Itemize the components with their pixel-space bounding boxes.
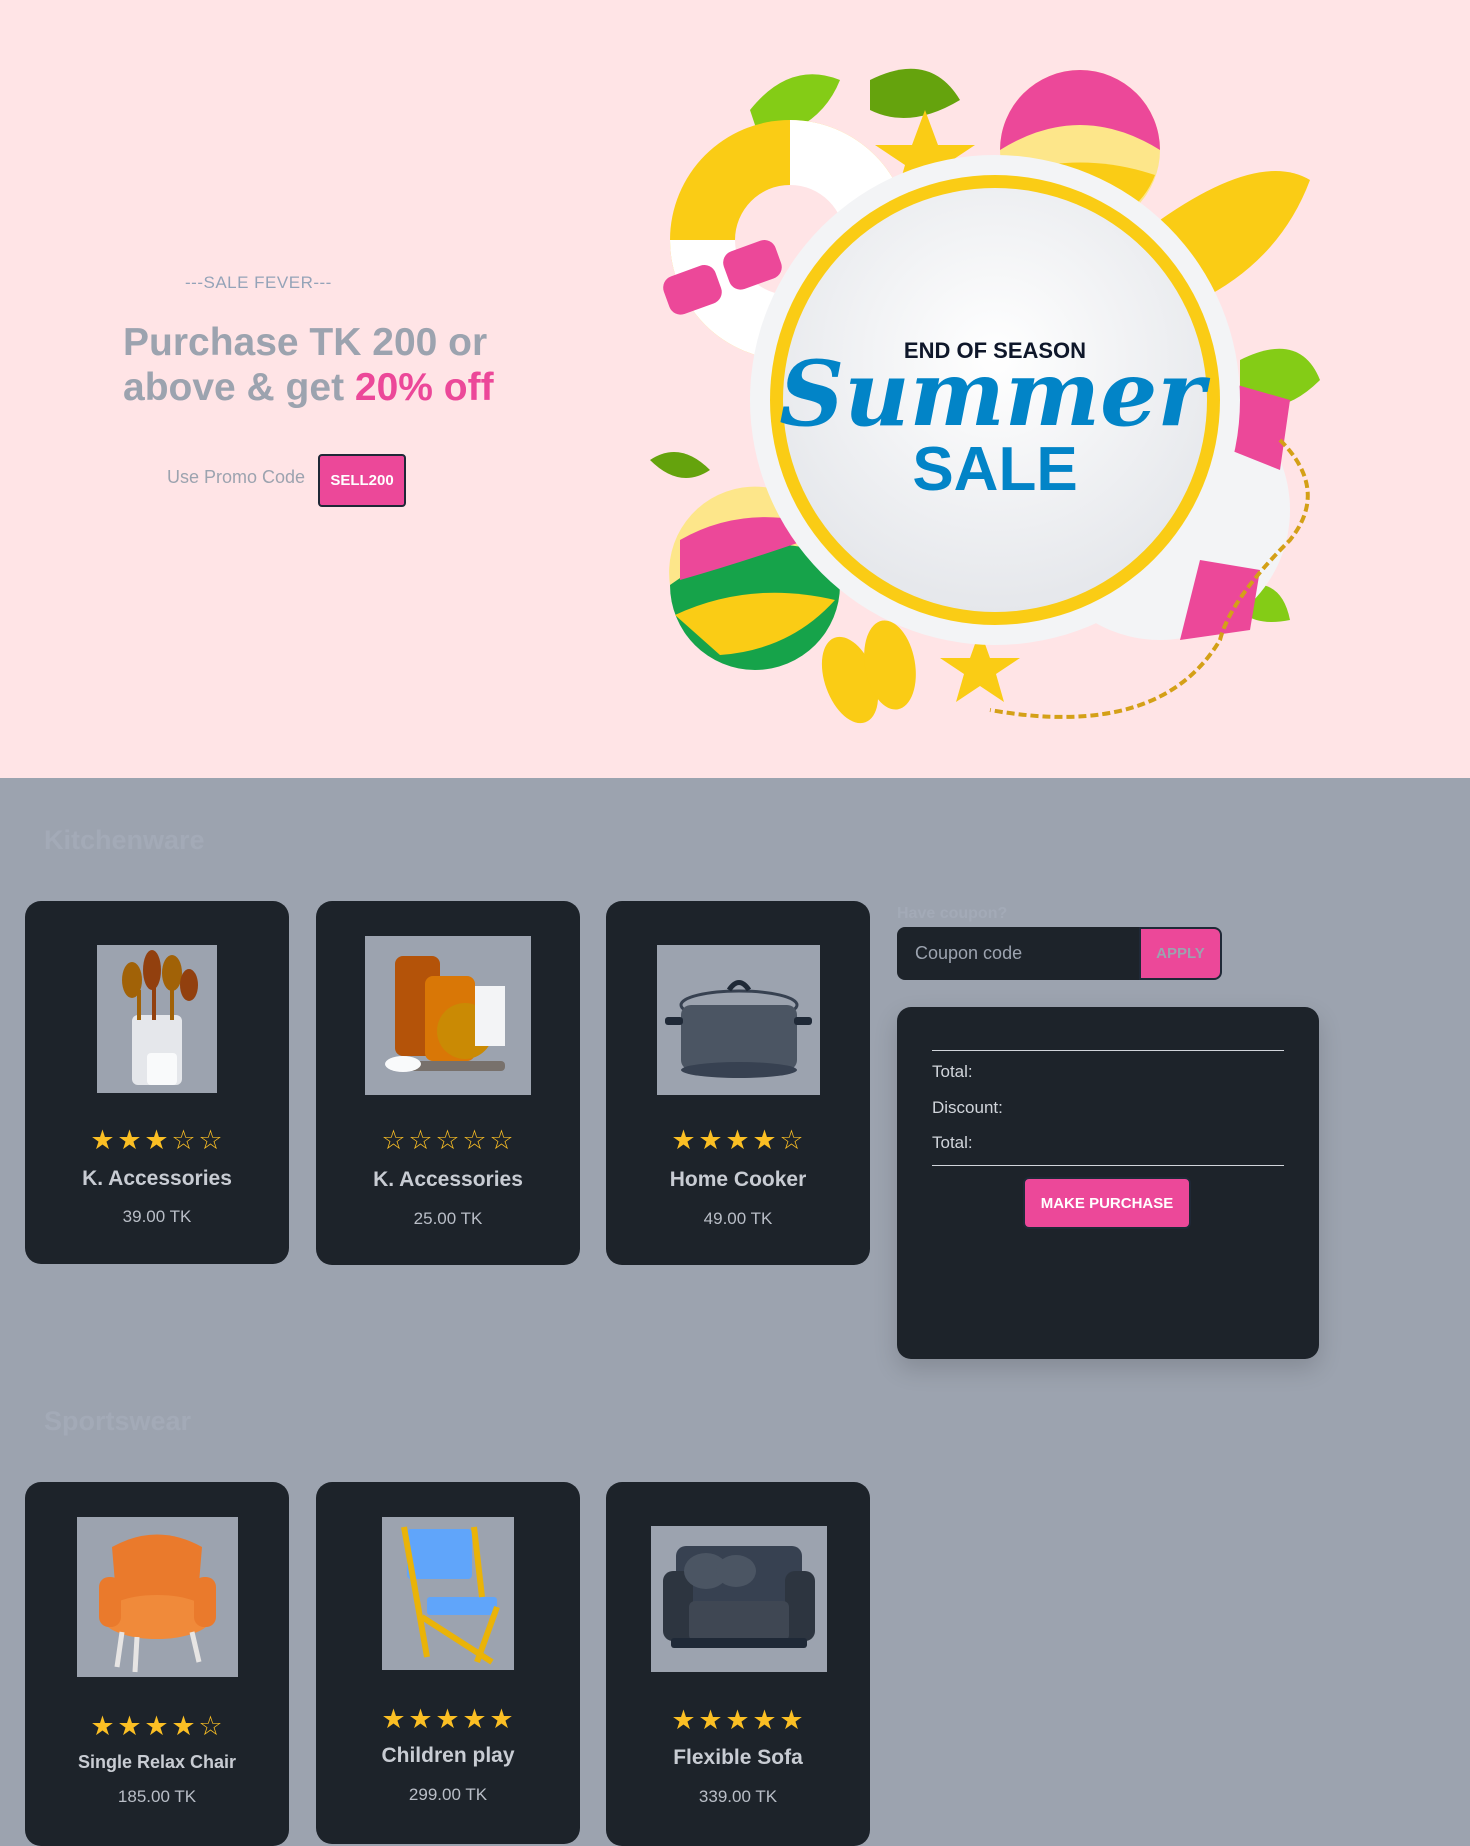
star-outline-icon: ☆ <box>462 1125 488 1155</box>
coupon-input[interactable] <box>897 927 1140 980</box>
star-filled-icon: ★ <box>752 1125 778 1155</box>
product-image <box>657 945 820 1095</box>
star-outline-icon: ☆ <box>435 1125 461 1155</box>
rating-stars: ★★★★★ <box>316 1704 580 1735</box>
star-outline-icon: ☆ <box>779 1125 805 1155</box>
product-name: K. Accessories <box>82 1167 232 1190</box>
star-outline-icon: ☆ <box>489 1125 515 1155</box>
star-filled-icon: ★ <box>381 1704 407 1734</box>
star-filled-icon: ★ <box>408 1704 434 1734</box>
grand-total-label: Total: <box>932 1133 973 1152</box>
product-card[interactable]: ★★★★☆ Home Cooker 49.00 TK <box>606 901 870 1265</box>
star-filled-icon: ★ <box>171 1711 197 1741</box>
product-image <box>77 1517 238 1677</box>
armchair-icon <box>99 1534 216 1673</box>
utensil-holder-icon <box>122 950 198 1085</box>
star-filled-icon: ★ <box>462 1704 488 1734</box>
star-filled-icon: ★ <box>117 1711 143 1741</box>
banner-bottom-text: SALE <box>912 435 1077 504</box>
product-image <box>97 945 217 1093</box>
order-summary: Total: Discount: Total: MAKE PURCHASE <box>897 1007 1319 1359</box>
star-filled-icon: ★ <box>144 1125 170 1155</box>
rating-stars: ★★★★☆ <box>606 1125 870 1156</box>
product-name: K. Accessories <box>373 1168 523 1191</box>
product-price: 185.00 TK <box>117 1787 197 1806</box>
headline-discount: 20% off <box>354 366 494 409</box>
star-filled-icon: ★ <box>489 1704 515 1734</box>
star-filled-icon: ★ <box>752 1705 778 1735</box>
product-card[interactable]: ★★★★★ Flexible Sofa 339.00 TK <box>606 1482 870 1846</box>
leaf-icon <box>650 452 710 478</box>
star-outline-icon: ☆ <box>198 1125 224 1155</box>
product-price: 25.00 TK <box>413 1209 483 1228</box>
product-card[interactable]: ★★★☆☆ K. Accessories 39.00 TK <box>25 901 289 1264</box>
hero-text: ---SALE FEVER--- Purchase TK 200 or abov… <box>0 0 640 778</box>
leaf-icon <box>870 68 960 118</box>
divider <box>932 1050 1284 1051</box>
divider <box>932 1165 1284 1166</box>
summer-sale-illustration: END OF SEASON Summer SALE <box>650 68 1320 724</box>
product-name: Single Relax Chair <box>77 1752 237 1772</box>
total-label: Total: <box>932 1062 973 1081</box>
product-image <box>651 1526 827 1672</box>
hero-banner: ---SALE FEVER--- Purchase TK 200 or abov… <box>0 0 1470 778</box>
star-outline-icon: ☆ <box>171 1125 197 1155</box>
flip-flops-icon <box>821 620 916 724</box>
cooking-pot-icon <box>665 980 812 1078</box>
star-filled-icon: ★ <box>725 1125 751 1155</box>
product-name: Home Cooker <box>669 1168 807 1191</box>
star-filled-icon: ★ <box>671 1125 697 1155</box>
banner-script-text: Summer <box>779 341 1210 447</box>
star-filled-icon: ★ <box>698 1705 724 1735</box>
promo-code-badge[interactable]: SELL200 <box>318 454 406 507</box>
hero-headline: Purchase TK 200 or above & get 20% off <box>123 320 593 410</box>
section-title-sportswear: Sportswear <box>44 1406 192 1436</box>
product-image <box>382 1517 514 1670</box>
make-purchase-button[interactable]: MAKE PURCHASE <box>1023 1177 1191 1229</box>
rating-stars: ★★★★★ <box>606 1705 870 1736</box>
product-price: 299.00 TK <box>408 1785 488 1804</box>
product-card[interactable]: ★★★★☆ Single Relax Chair 185.00 TK <box>25 1482 289 1846</box>
star-filled-icon: ★ <box>671 1705 697 1735</box>
rating-stars: ★★★☆☆ <box>25 1125 289 1156</box>
cutting-boards-icon <box>385 956 505 1072</box>
product-name: Children play <box>381 1744 515 1767</box>
product-price: 39.00 TK <box>122 1207 192 1226</box>
section-title-kitchenware: Kitchenware <box>44 825 205 855</box>
star-filled-icon: ★ <box>779 1705 805 1735</box>
star-filled-icon: ★ <box>698 1125 724 1155</box>
product-price: 339.00 TK <box>698 1787 778 1806</box>
rating-stars: ★★★★☆ <box>25 1711 289 1742</box>
product-name: Flexible Sofa <box>673 1746 803 1769</box>
star-filled-icon: ★ <box>144 1711 170 1741</box>
product-image <box>365 936 531 1095</box>
star-filled-icon: ★ <box>435 1704 461 1734</box>
star-outline-icon: ☆ <box>198 1711 224 1741</box>
promo-label: Use Promo Code <box>167 467 306 487</box>
star-filled-icon: ★ <box>90 1711 116 1741</box>
star-filled-icon: ★ <box>117 1125 143 1155</box>
star-outline-icon: ☆ <box>381 1125 407 1155</box>
product-card[interactable]: ☆☆☆☆☆ K. Accessories 25.00 TK <box>316 901 580 1265</box>
star-filled-icon: ★ <box>725 1705 751 1735</box>
star-filled-icon: ★ <box>90 1125 116 1155</box>
folding-chair-icon <box>401 1526 500 1665</box>
discount-label: Discount: <box>932 1098 1003 1117</box>
sofa-icon <box>663 1546 815 1648</box>
rating-stars: ☆☆☆☆☆ <box>316 1125 580 1156</box>
product-card[interactable]: ★★★★★ Children play 299.00 TK <box>316 1482 580 1844</box>
apply-button[interactable]: APPLY <box>1139 927 1222 980</box>
coupon-label: Have coupon? <box>897 905 1008 922</box>
hero-eyebrow: ---SALE FEVER--- <box>185 273 332 292</box>
star-outline-icon: ☆ <box>408 1125 434 1155</box>
product-price: 49.00 TK <box>703 1209 773 1228</box>
